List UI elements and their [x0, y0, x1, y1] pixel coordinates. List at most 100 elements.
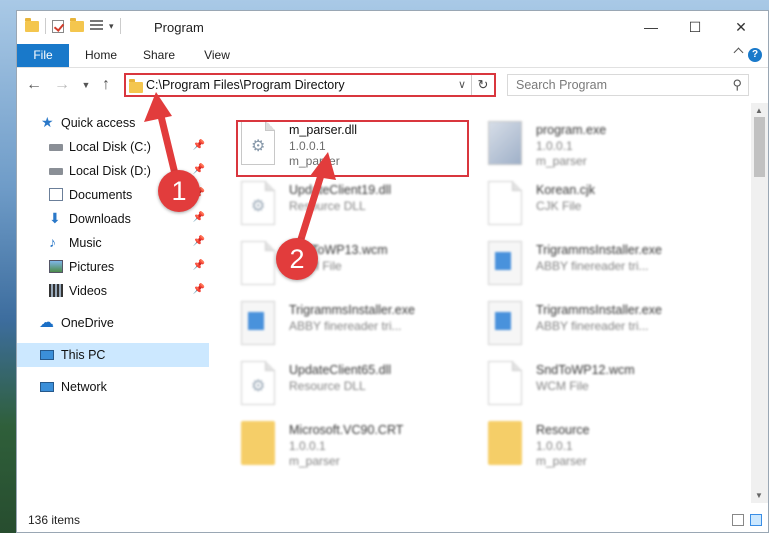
file-name: SndToWP12.wcm	[536, 363, 635, 377]
sidebar-item-label: This PC	[61, 348, 106, 362]
scroll-up-icon[interactable]: ▲	[755, 106, 763, 115]
tab-file[interactable]: File	[17, 44, 69, 67]
sidebar-item-label: Documents	[69, 188, 133, 202]
file-type: ABBY finereader tri...	[536, 259, 649, 273]
file-item[interactable]: Resource 1.0.0.1 m_parser	[480, 415, 725, 473]
sidebar-item-label: Downloads	[69, 212, 131, 226]
file-item[interactable]: TrigrammsInstaller.exe ABBY finereader t…	[480, 295, 725, 353]
minimize-icon[interactable]: —	[638, 16, 664, 38]
address-path[interactable]: C:\Program Files\Program Directory	[146, 78, 345, 92]
up-arrow-icon[interactable]: ↑	[97, 76, 115, 94]
folder-icon	[241, 421, 275, 465]
refresh-icon[interactable]: ↻	[471, 75, 494, 95]
file-name: UpdateClient19.dll	[289, 183, 392, 197]
vertical-scrollbar[interactable]: ▲ ▼	[751, 103, 768, 503]
gear-icon: ⚙	[251, 198, 266, 215]
help-icon[interactable]: ?	[748, 48, 762, 62]
callout-badge-two: 2	[276, 238, 318, 280]
sidebar-item-quick-access[interactable]: ★ Quick access	[17, 111, 209, 135]
quick-access-toolbar: ▾	[25, 17, 121, 34]
search-icon[interactable]: ⚲	[732, 77, 742, 93]
music-icon: ♪	[49, 234, 56, 250]
file-type: WCM File	[536, 379, 589, 393]
view-properties-icon[interactable]	[90, 20, 103, 32]
sidebar-item-pictures[interactable]: Pictures 📌	[17, 255, 209, 279]
properties-check-icon[interactable]	[52, 19, 64, 33]
toolbar-divider	[119, 18, 121, 34]
network-icon	[40, 382, 54, 392]
tab-view[interactable]: View	[197, 44, 237, 67]
file-description: m_parser	[289, 454, 340, 468]
new-folder-icon[interactable]	[70, 17, 84, 32]
file-list: ⚙ m_parser.dll 1.0.0.1 m_parser program.…	[213, 103, 746, 503]
selected-file-highlight	[236, 120, 469, 177]
toolbar-divider	[45, 18, 46, 34]
pin-icon[interactable]: 📌	[193, 140, 205, 151]
file-item[interactable]: TrigrammsInstaller.exe ABBY finereader t…	[480, 235, 725, 293]
file-item[interactable]: ⚙ UpdateClient65.dll Resource DLL	[233, 355, 478, 413]
sidebar-item-label: Network	[61, 380, 107, 394]
sidebar-item-onedrive[interactable]: ☁ OneDrive	[17, 311, 209, 335]
close-icon[interactable]: ✕	[728, 16, 754, 38]
pin-icon[interactable]: 📌	[193, 260, 205, 271]
expand-ribbon-chevron-icon[interactable]	[733, 47, 744, 58]
sidebar-item-network[interactable]: Network	[17, 375, 209, 399]
file-item[interactable]: SndToWP13.wcm WCM File	[233, 235, 478, 293]
pin-icon[interactable]: 📌	[193, 212, 205, 223]
back-arrow-icon[interactable]: ←	[25, 76, 43, 94]
pin-icon[interactable]: 📌	[193, 284, 205, 295]
address-dropdown-chevron-icon[interactable]: ∨	[458, 78, 466, 91]
sidebar-item-videos[interactable]: Videos 📌	[17, 279, 209, 303]
file-version: 1.0.0.1	[536, 439, 573, 453]
scroll-down-icon[interactable]: ▼	[755, 491, 763, 500]
details-view-icon[interactable]	[732, 514, 744, 526]
sidebar-item-local-disk-c[interactable]: Local Disk (C:) 📌	[17, 135, 209, 159]
sidebar-item-this-pc[interactable]: This PC	[17, 343, 209, 367]
search-input[interactable]: Search Program	[516, 78, 607, 92]
file-item[interactable]: SndToWP12.wcm WCM File	[480, 355, 725, 413]
this-pc-icon	[40, 350, 54, 360]
file-item[interactable]: TrigrammsInstaller.exe ABBY finereader t…	[233, 295, 478, 353]
customize-toolbar-chevron-icon[interactable]: ▾	[109, 21, 114, 32]
file-description: m_parser	[536, 454, 587, 468]
document-icon	[241, 241, 275, 285]
file-type: ABBY finereader tri...	[536, 319, 649, 333]
file-version: 1.0.0.1	[536, 139, 573, 153]
file-item[interactable]: program.exe 1.0.0.1 m_parser	[480, 115, 725, 173]
file-item[interactable]: Microsoft.VC90.CRT 1.0.0.1 m_parser	[233, 415, 478, 473]
file-type: ABBY finereader tri...	[289, 319, 402, 333]
tiles-view-icon[interactable]	[750, 514, 762, 526]
title-bar: ▾ Program — ☐ ✕	[17, 11, 768, 44]
window-title: Program	[154, 20, 204, 35]
file-item[interactable]: Korean.cjk CJK File	[480, 175, 725, 233]
downloads-icon: ⬇	[49, 210, 61, 226]
file-name: Microsoft.VC90.CRT	[289, 423, 404, 437]
tab-home[interactable]: Home	[81, 44, 121, 67]
tab-share[interactable]: Share	[139, 44, 179, 67]
file-name: Korean.cjk	[536, 183, 596, 197]
recent-locations-chevron-icon[interactable]: ▼	[77, 80, 95, 90]
maximize-icon[interactable]: ☐	[682, 16, 708, 38]
forward-arrow-icon[interactable]: →	[53, 76, 71, 94]
status-bar: 136 items	[17, 510, 768, 532]
pin-icon[interactable]: 📌	[193, 236, 205, 247]
address-bar[interactable]: C:\Program Files\Program Directory ∨ ↻	[124, 73, 496, 97]
file-name: program.exe	[536, 123, 607, 137]
ribbon-tabs: File Home Share View ?	[17, 44, 768, 68]
folder-icon	[488, 421, 522, 465]
scrollbar-thumb[interactable]	[754, 117, 765, 177]
pin-icon[interactable]: 📌	[193, 164, 205, 175]
file-item[interactable]: ⚙ UpdateClient19.dll Resource DLL	[233, 175, 478, 233]
sidebar-item-label: Local Disk (D:)	[69, 164, 151, 178]
sidebar-item-music[interactable]: ♪ Music 📌	[17, 231, 209, 255]
drive-icon	[49, 144, 63, 151]
sidebar-item-label: Pictures	[69, 260, 115, 274]
installer-icon	[488, 301, 522, 345]
search-box[interactable]: Search Program ⚲	[507, 74, 749, 96]
dll-icon: ⚙	[241, 361, 275, 405]
folder-icon[interactable]	[25, 17, 39, 32]
onedrive-icon: ☁	[39, 314, 54, 331]
view-toggle	[732, 514, 762, 526]
videos-icon	[49, 284, 63, 297]
file-description: m_parser	[536, 154, 587, 168]
